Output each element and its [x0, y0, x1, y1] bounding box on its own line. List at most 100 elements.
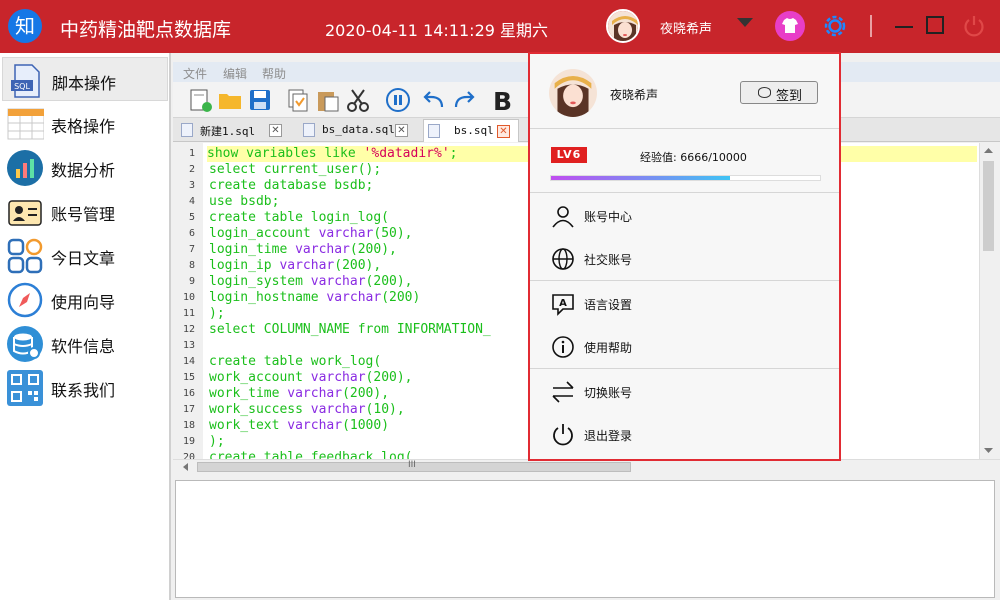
- copy-icon[interactable]: [285, 87, 311, 113]
- scroll-thumb[interactable]: III: [197, 460, 631, 472]
- save-icon[interactable]: [247, 87, 273, 113]
- menu-logout[interactable]: 退出登录: [530, 415, 839, 455]
- cut-icon[interactable]: [345, 87, 371, 113]
- dropdown-avatar[interactable]: [549, 69, 597, 117]
- code-token: select current_user();: [209, 162, 382, 177]
- pause-icon[interactable]: [385, 87, 411, 113]
- line-number: 13: [182, 340, 195, 351]
- titlebar-divider: [870, 15, 872, 37]
- tab-label: bs.sql: [454, 124, 494, 137]
- close-power-icon[interactable]: [960, 12, 988, 40]
- code-token: login_account: [209, 226, 319, 241]
- scroll-thumb[interactable]: [983, 161, 994, 251]
- menu-file[interactable]: 文件: [183, 65, 207, 82]
- scroll-down-icon[interactable]: [981, 445, 996, 455]
- code-token: varchar: [295, 242, 350, 257]
- grid-icon: [7, 238, 43, 274]
- gear-glyph: [824, 15, 846, 37]
- divider: [530, 280, 839, 281]
- close-icon[interactable]: ✕: [395, 124, 408, 137]
- code-token: login_ip: [209, 258, 280, 273]
- menu-social-accounts[interactable]: 社交账号: [530, 239, 839, 279]
- sidebar-item-info[interactable]: 软件信息: [2, 321, 168, 365]
- code-token: create table login_log(: [209, 210, 390, 225]
- code-token: (200): [381, 290, 421, 305]
- sidebar-item-articles[interactable]: 今日文章: [2, 233, 168, 277]
- chart-icon: [7, 150, 43, 186]
- sidebar-item-account[interactable]: 账号管理: [2, 189, 168, 233]
- line-number: 4: [188, 196, 195, 207]
- new-file-icon[interactable]: [187, 87, 213, 113]
- line-number: 3: [188, 180, 195, 191]
- code-line: work_time varchar(200),: [209, 386, 389, 402]
- code-token: (200),: [365, 274, 413, 289]
- menu-language-settings[interactable]: A 语言设置: [530, 284, 839, 324]
- code-token: login_system: [209, 274, 311, 289]
- code-token: (10),: [365, 402, 405, 417]
- menu-edit[interactable]: 编辑: [223, 65, 247, 82]
- sidebar-item-contact[interactable]: 联系我们: [2, 365, 168, 409]
- user-name[interactable]: 夜晓希声: [660, 18, 712, 37]
- file-icon: [303, 123, 315, 137]
- sql-icon: SQL: [11, 64, 40, 98]
- sidebar-item-label: 脚本操作: [52, 74, 117, 93]
- line-number: 12: [182, 324, 195, 335]
- menu-account-center[interactable]: 账号中心: [530, 196, 839, 236]
- menu-item-label: 使用帮助: [584, 341, 633, 355]
- signin-button[interactable]: 签到: [740, 81, 818, 104]
- datetime-display: 2020-04-11 14:11:29 星期六: [325, 21, 549, 40]
- gear-icon[interactable]: [820, 11, 850, 41]
- scroll-left-icon[interactable]: [181, 461, 191, 473]
- line-number-gutter: 1 2 3 4 5 6 7 8 9 10 11 12 13 14 15 16 17 18 19 20: [173, 143, 203, 459]
- minimize-button[interactable]: [892, 13, 918, 39]
- code-line: select current_user();: [209, 162, 381, 178]
- sidebar-item-guide[interactable]: 使用向导: [2, 277, 168, 321]
- menu-help[interactable]: 使用帮助: [530, 327, 839, 367]
- sidebar-item-label: 软件信息: [51, 337, 116, 356]
- sidebar-item-script[interactable]: SQL 脚本操作: [2, 57, 168, 101]
- code-line: work_text varchar(1000): [209, 418, 389, 434]
- tab-bs-data[interactable]: bs_data.sql ✕: [299, 119, 414, 142]
- switch-icon: [552, 381, 574, 403]
- svg-text:B: B: [493, 87, 512, 113]
- menu-switch-account[interactable]: 切换账号: [530, 372, 839, 412]
- tab-new1[interactable]: 新建1.sql ✕: [177, 119, 293, 142]
- scroll-up-icon[interactable]: [981, 146, 996, 156]
- globe-icon: [552, 248, 574, 270]
- tab-bs[interactable]: bs.sql ✕: [423, 119, 519, 142]
- line-number: 5: [188, 212, 195, 223]
- bold-icon[interactable]: B: [489, 87, 515, 113]
- sidebar-item-label: 表格操作: [51, 117, 116, 136]
- sidebar-item-label: 联系我们: [51, 381, 116, 400]
- code-token: (50),: [373, 226, 413, 241]
- line-number: 10: [182, 292, 195, 303]
- code-line: );: [209, 306, 225, 322]
- redo-icon[interactable]: [451, 87, 477, 113]
- close-icon[interactable]: ✕: [269, 124, 282, 137]
- undo-icon[interactable]: [421, 87, 447, 113]
- menu-help[interactable]: 帮助: [262, 65, 286, 82]
- code-line: create database bsdb;: [209, 178, 373, 194]
- code-line: );: [209, 434, 225, 450]
- chevron-down-icon[interactable]: [737, 18, 753, 27]
- vertical-scrollbar[interactable]: [979, 143, 996, 459]
- code-token: use bsdb;: [209, 194, 280, 209]
- code-line: login_account varchar(50),: [209, 226, 413, 242]
- horizontal-scrollbar[interactable]: III: [173, 459, 1000, 474]
- tshirt-icon[interactable]: [775, 11, 805, 41]
- svg-text:A: A: [559, 298, 567, 309]
- maximize-button[interactable]: [926, 16, 944, 34]
- code-line: create table work_log(: [209, 354, 381, 370]
- sidebar-item-analysis[interactable]: 数据分析: [2, 145, 168, 189]
- output-panel[interactable]: [175, 480, 995, 598]
- code-token: (200),: [365, 370, 413, 385]
- user-avatar[interactable]: [606, 9, 640, 43]
- open-folder-icon[interactable]: [217, 87, 243, 113]
- paste-icon[interactable]: [315, 87, 341, 113]
- code-token: show variables like: [207, 146, 364, 161]
- dropdown-user-name: 夜晓希声: [610, 88, 659, 102]
- sidebar-item-table[interactable]: 表格操作: [2, 101, 168, 145]
- code-line: work_success varchar(10),: [209, 402, 405, 418]
- code-token: (200),: [342, 386, 390, 401]
- close-icon[interactable]: ✕: [497, 125, 510, 138]
